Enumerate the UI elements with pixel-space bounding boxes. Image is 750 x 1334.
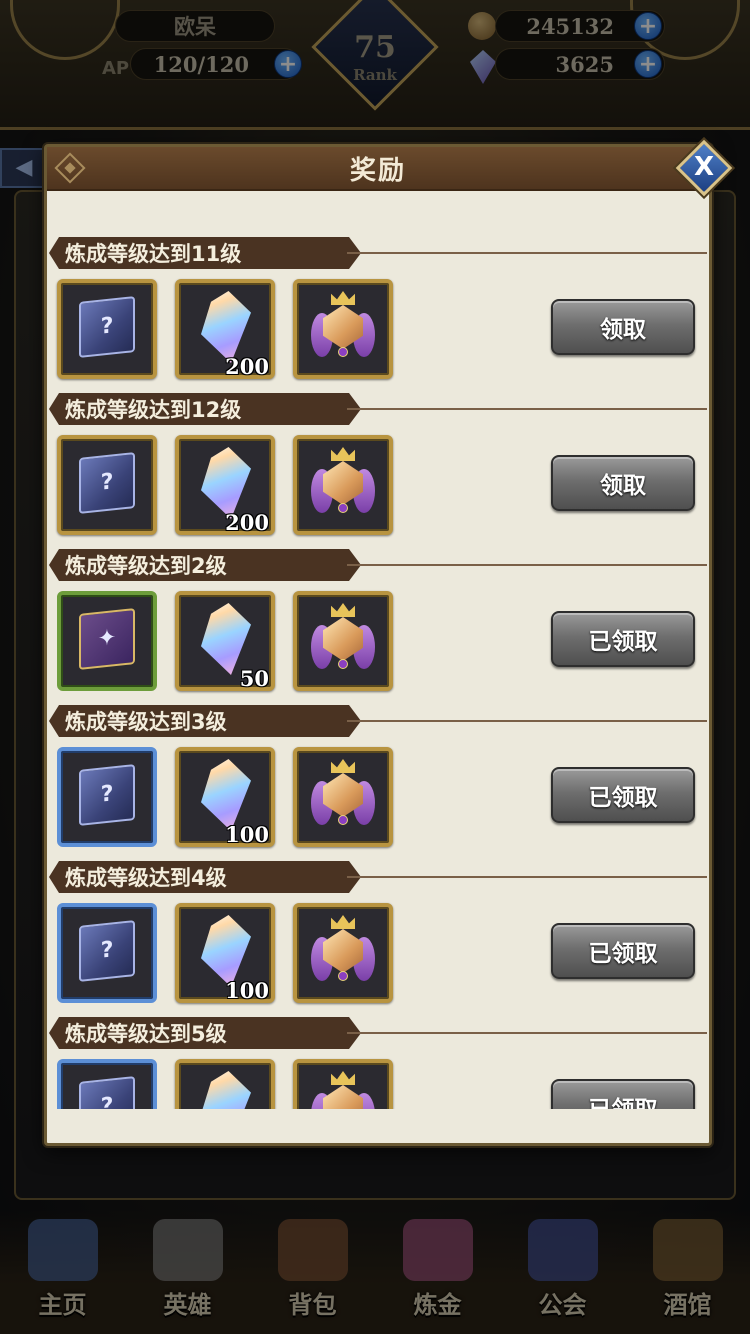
reward-item-chest[interactable]: ✦	[57, 591, 157, 691]
claim-button[interactable]: 已领取	[551, 1079, 695, 1109]
crystal-icon	[201, 915, 251, 987]
emblem-icon	[311, 759, 375, 835]
reward-item-emblem[interactable]	[293, 279, 393, 379]
claim-button[interactable]: 已领取	[551, 767, 695, 823]
emblem-jewel	[338, 971, 348, 981]
reward-level-ribbon: 炼成等级达到5级	[49, 1017, 361, 1049]
reward-level-ribbon: 炼成等级达到3级	[49, 705, 361, 737]
emblem-jewel	[338, 659, 348, 669]
reward-item-crystal[interactable]: 200	[175, 279, 275, 379]
reward-item-emblem[interactable]	[293, 747, 393, 847]
crystal-icon	[201, 1071, 251, 1109]
crystal-quantity: 200	[225, 354, 269, 379]
divider	[347, 408, 707, 410]
reward-items: ? 100	[57, 903, 393, 1003]
reward-items: ?	[57, 1059, 393, 1109]
crystal-icon	[201, 759, 251, 831]
crown-icon	[331, 915, 355, 929]
close-icon: X	[693, 152, 715, 182]
reward-level-ribbon: 炼成等级达到12级	[49, 393, 361, 425]
reward-items: ? 200	[57, 279, 393, 379]
mystery-box-icon: ?	[79, 452, 135, 514]
reward-list[interactable]: 炼成等级达到11级 ? 200 领取 炼成等级达到12级 ? 200 领取 炼成…	[47, 237, 709, 1109]
diamond-ornament-icon	[54, 152, 86, 184]
reward-item-emblem[interactable]	[293, 591, 393, 691]
reward-items: ? 100	[57, 747, 393, 847]
reward-row: 炼成等级达到4级 ? 100 已领取	[47, 861, 709, 1017]
emblem-gem	[323, 1085, 363, 1109]
reward-items: ? 200	[57, 435, 393, 535]
emblem-jewel	[338, 347, 348, 357]
mystery-box-icon: ?	[79, 296, 135, 358]
divider	[347, 1032, 707, 1034]
claim-button[interactable]: 已领取	[551, 611, 695, 667]
reward-item-emblem[interactable]	[293, 903, 393, 1003]
crystal-quantity: 200	[225, 510, 269, 535]
reward-level-ribbon: 炼成等级达到2级	[49, 549, 361, 581]
reward-level-ribbon: 炼成等级达到4级	[49, 861, 361, 893]
modal-title: 奖励	[349, 155, 406, 186]
emblem-icon	[311, 291, 375, 367]
reward-item-crystal[interactable]	[175, 1059, 275, 1109]
reward-item-crystal[interactable]: 100	[175, 747, 275, 847]
reward-level-label: 炼成等级达到3级	[65, 710, 227, 734]
crown-icon	[331, 291, 355, 305]
crystal-icon	[201, 603, 251, 675]
reward-item-chest[interactable]: ?	[57, 903, 157, 1003]
reward-row: 炼成等级达到11级 ? 200 领取	[47, 237, 709, 393]
reward-item-chest[interactable]: ?	[57, 1059, 157, 1109]
mystery-box-icon: ?	[79, 764, 135, 826]
reward-level-label: 炼成等级达到2级	[65, 554, 227, 578]
divider	[347, 876, 707, 878]
divider	[347, 720, 707, 722]
crystal-icon	[201, 447, 251, 519]
reward-row: 炼成等级达到12级 ? 200 领取	[47, 393, 709, 549]
emblem-icon	[311, 447, 375, 523]
divider	[347, 564, 707, 566]
modal-header: 奖励	[47, 147, 709, 191]
crystal-quantity: 50	[239, 666, 269, 691]
claim-button[interactable]: 领取	[551, 455, 695, 511]
crown-icon	[331, 447, 355, 461]
claim-button[interactable]: 领取	[551, 299, 695, 355]
reward-row: 炼成等级达到3级 ? 100 已领取	[47, 705, 709, 861]
reward-item-chest[interactable]: ?	[57, 279, 157, 379]
claim-button[interactable]: 已领取	[551, 923, 695, 979]
mystery-box-icon: ?	[79, 920, 135, 982]
mystery-box-icon: ✦	[79, 608, 135, 670]
reward-item-crystal[interactable]: 200	[175, 435, 275, 535]
emblem-icon	[311, 1071, 375, 1109]
reward-item-crystal[interactable]: 100	[175, 903, 275, 1003]
crystal-quantity: 100	[225, 978, 269, 1003]
crown-icon	[331, 1071, 355, 1085]
close-button[interactable]: X	[675, 139, 733, 197]
reward-level-label: 炼成等级达到12级	[65, 398, 242, 422]
reward-modal: 奖励 X 炼成等级达到11级 ? 200 领取 炼成等级达到12级 ? 200 …	[44, 139, 733, 1146]
reward-item-chest[interactable]: ?	[57, 435, 157, 535]
crown-icon	[331, 603, 355, 617]
crown-icon	[331, 759, 355, 773]
reward-level-label: 炼成等级达到5级	[65, 1022, 227, 1046]
reward-item-emblem[interactable]	[293, 435, 393, 535]
mystery-box-icon: ?	[79, 1076, 135, 1109]
reward-item-crystal[interactable]: 50	[175, 591, 275, 691]
reward-item-emblem[interactable]	[293, 1059, 393, 1109]
divider	[347, 252, 707, 254]
reward-level-label: 炼成等级达到4级	[65, 866, 227, 890]
emblem-jewel	[338, 503, 348, 513]
reward-item-chest[interactable]: ?	[57, 747, 157, 847]
crystal-quantity: 100	[225, 822, 269, 847]
reward-items: ✦ 50	[57, 591, 393, 691]
reward-row: 炼成等级达到5级 ? 已领取	[47, 1017, 709, 1109]
emblem-icon	[311, 915, 375, 991]
reward-row: 炼成等级达到2级 ✦ 50 已领取	[47, 549, 709, 705]
emblem-icon	[311, 603, 375, 679]
emblem-jewel	[338, 815, 348, 825]
reward-level-ribbon: 炼成等级达到11级	[49, 237, 361, 269]
reward-level-label: 炼成等级达到11级	[65, 242, 242, 266]
crystal-icon	[201, 291, 251, 363]
